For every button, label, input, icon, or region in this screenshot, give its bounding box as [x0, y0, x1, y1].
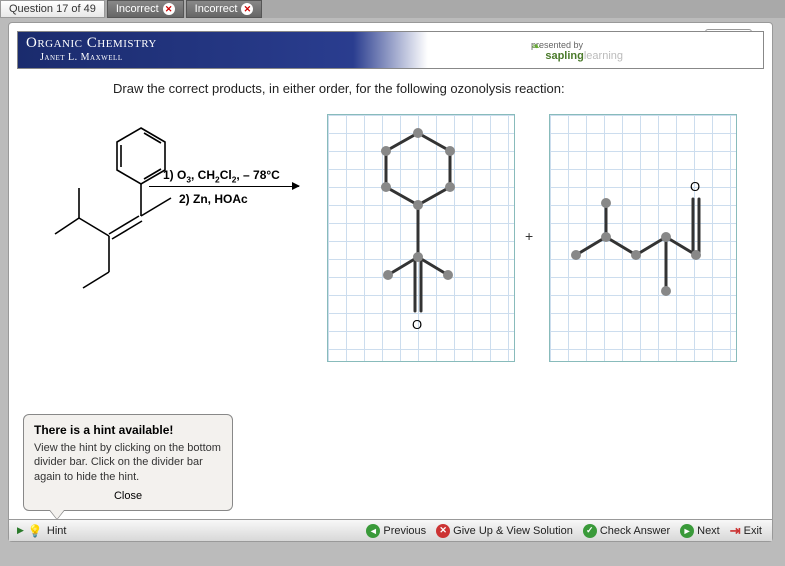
question-counter-tab[interactable]: Question 17 of 49 [0, 0, 105, 18]
product-canvas-2[interactable]: O [549, 114, 737, 362]
previous-button[interactable]: ◄Previous [366, 524, 426, 538]
course-title: Organic Chemistry [26, 35, 157, 52]
hint-title: There is a hint available! [34, 423, 222, 437]
hint-close-button[interactable]: Close [34, 490, 222, 502]
hint-popover: There is a hint available! View the hint… [23, 414, 233, 511]
product-canvas-1[interactable]: O [327, 114, 515, 362]
next-button[interactable]: ►Next [680, 524, 720, 538]
course-banner: Organic Chemistry Janet L. Maxwell prese… [17, 31, 764, 69]
incorrect-tab-1[interactable]: Incorrect✕ [107, 0, 184, 18]
exit-button[interactable]: ⇥Exit [730, 523, 762, 539]
reactant-structure [49, 120, 289, 335]
check-circle-icon: ✓ [583, 524, 597, 538]
lightbulb-icon: 💡 [28, 524, 43, 538]
give-up-button[interactable]: ✕Give Up & View Solution [436, 524, 573, 538]
conditions-line-1: 1) O3, CH2Cl2, – 78°C [163, 168, 280, 184]
x-circle-icon: ✕ [436, 524, 450, 538]
arrow-right-icon: ► [680, 524, 694, 538]
leaf-icon: ❧ [531, 40, 540, 53]
oxygen-label: O [412, 317, 422, 332]
incorrect-tab-2[interactable]: Incorrect✕ [186, 0, 263, 18]
expand-icon: ▶ [17, 525, 24, 536]
brand: ❧ saplinglearning [545, 50, 623, 62]
reaction-area: 1) O3, CH2Cl2, – 78°C 2) Zn, HOAc [9, 114, 772, 384]
hint-body: View the hint by clicking on the bottom … [34, 441, 222, 484]
bottom-toolbar: ▶ 💡 Hint ◄Previous ✕Give Up & View Solut… [9, 519, 772, 541]
conditions-line-2: 2) Zn, HOAc [179, 192, 248, 206]
plus-sign: + [525, 228, 533, 244]
exit-icon: ⇥ [730, 523, 741, 539]
reaction-arrow: 1) O3, CH2Cl2, – 78°C 2) Zn, HOAc [149, 186, 309, 187]
check-answer-button[interactable]: ✓Check Answer [583, 524, 670, 538]
hint-button[interactable]: ▶ 💡 Hint [9, 524, 74, 538]
x-icon: ✕ [241, 3, 253, 15]
question-counter: Question 17 of 49 [9, 3, 96, 15]
x-icon: ✕ [163, 3, 175, 15]
oxygen-label: O [690, 179, 700, 194]
content-frame: Map ⊞ Organic Chemistry Janet L. Maxwell… [8, 22, 773, 542]
arrow-left-icon: ◄ [366, 524, 380, 538]
tab-bar: Question 17 of 49 Incorrect✕ Incorrect✕ [0, 0, 785, 18]
course-author: Janet L. Maxwell [40, 52, 123, 63]
instruction-text: Draw the correct products, in either ord… [113, 81, 772, 96]
